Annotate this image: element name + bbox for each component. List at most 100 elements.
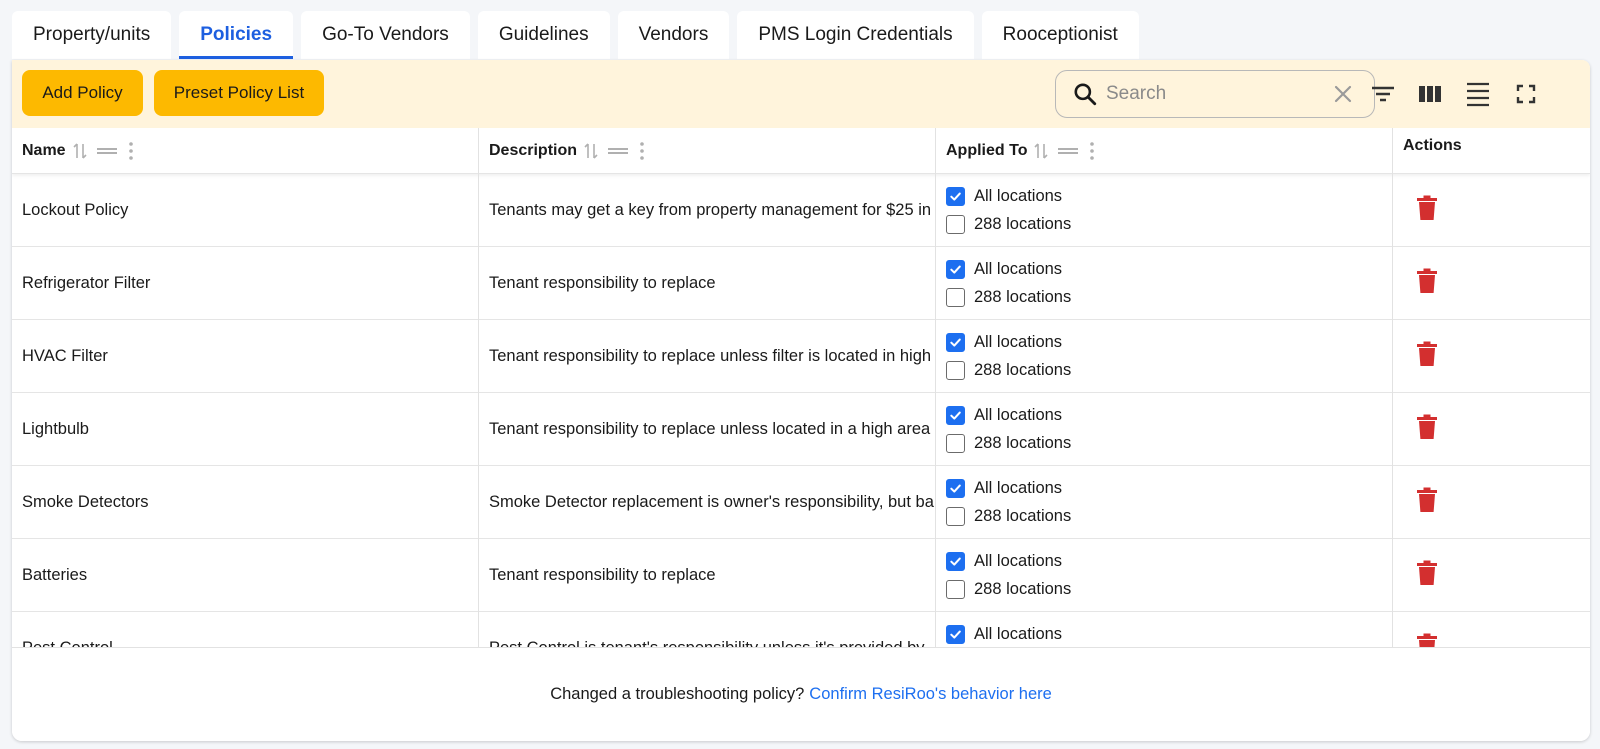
tab-go-to-vendors[interactable]: Go-To Vendors [301, 11, 470, 59]
column-header-description[interactable]: Description [479, 128, 936, 174]
sort-icon[interactable] [583, 141, 599, 161]
delete-policy-button[interactable] [1415, 633, 1439, 647]
table-footer: Changed a troubleshooting policy? Confir… [12, 647, 1590, 741]
sort-icon[interactable] [72, 141, 88, 161]
delete-policy-button[interactable] [1415, 268, 1439, 299]
location-count-label: 288 locations [974, 361, 1072, 379]
search-box [1055, 70, 1375, 118]
policy-name-cell: Batteries [12, 539, 479, 612]
trash-icon [1417, 560, 1437, 585]
all-locations-option[interactable]: All locations [946, 479, 1062, 498]
location-count-checkbox[interactable] [946, 288, 965, 307]
table-row: Refrigerator Filter Tenant responsibility… [12, 247, 1590, 320]
location-count-label: 288 locations [974, 507, 1072, 525]
all-locations-label: All locations [974, 625, 1063, 643]
filter-icon[interactable] [1369, 80, 1397, 108]
delete-policy-button[interactable] [1415, 341, 1439, 372]
all-locations-option[interactable]: All locations [946, 260, 1062, 279]
location-count-option[interactable]: 288 locations [946, 288, 1071, 307]
drag-handle-icon[interactable] [1057, 141, 1079, 161]
all-locations-checkbox[interactable] [946, 625, 965, 644]
policy-name-cell: HVAC Filter [12, 320, 479, 393]
applied-to-cell: All locations 288 locations [936, 174, 1393, 247]
location-count-option[interactable]: 288 locations [946, 507, 1071, 526]
tab-property-units[interactable]: Property/units [12, 11, 172, 59]
all-locations-checkbox[interactable] [946, 552, 965, 571]
columns-icon[interactable] [1416, 80, 1444, 108]
fullscreen-icon[interactable] [1512, 80, 1540, 108]
location-count-checkbox[interactable] [946, 361, 965, 380]
all-locations-label: All locations [974, 333, 1063, 351]
column-header-label: Name [22, 142, 66, 159]
policies-card: Add Policy Preset Policy List Search Nam… [12, 60, 1590, 741]
all-locations-checkbox[interactable] [946, 260, 965, 279]
preset-policy-list-button[interactable]: Preset Policy List [154, 70, 324, 116]
trash-icon [1417, 341, 1437, 366]
column-menu-icon[interactable] [637, 141, 647, 161]
tab-pms-login-credentials[interactable]: PMS Login Credentials [737, 11, 974, 59]
policy-name-cell: Pest Control [12, 612, 479, 647]
policy-description-cell: Tenant responsibility to replace unless … [479, 393, 936, 466]
policy-description-cell: Pest Control is tenant's responsibility … [479, 612, 936, 647]
applied-to-cell: All locations 288 locations [936, 320, 1393, 393]
column-header-applied-to[interactable]: Applied To [936, 128, 1393, 174]
tab-vendors[interactable]: Vendors [617, 11, 730, 59]
footer-text: Changed a troubleshooting policy? [550, 685, 805, 703]
location-count-option[interactable]: 288 locations [946, 580, 1071, 599]
density-icon[interactable] [1464, 80, 1492, 108]
actions-cell [1393, 466, 1590, 539]
trash-icon [1417, 414, 1437, 439]
clear-search-icon[interactable] [1331, 82, 1355, 106]
location-count-checkbox[interactable] [946, 507, 965, 526]
tab-bar: Property/units Policies Go-To Vendors Gu… [12, 11, 1139, 59]
trash-icon [1417, 487, 1437, 512]
add-policy-button[interactable]: Add Policy [22, 70, 143, 116]
table-body: Lockout Policy Tenants may get a key from… [12, 174, 1590, 647]
all-locations-checkbox[interactable] [946, 479, 965, 498]
delete-policy-button[interactable] [1415, 487, 1439, 518]
table-toolbar: Add Policy Preset Policy List [12, 60, 1590, 128]
all-locations-option[interactable]: All locations [946, 406, 1062, 425]
location-count-label: 288 locations [974, 434, 1072, 452]
all-locations-option[interactable]: All locations [946, 187, 1062, 206]
location-count-checkbox[interactable] [946, 215, 965, 234]
location-count-option[interactable]: 288 locations [946, 434, 1071, 453]
sort-icon[interactable] [1033, 141, 1049, 161]
trash-icon [1417, 633, 1437, 647]
applied-to-cell: All locations 288 locations [936, 247, 1393, 320]
location-count-option[interactable]: 288 locations [946, 361, 1071, 380]
all-locations-option[interactable]: All locations [946, 625, 1062, 644]
table-row: Lockout Policy Tenants may get a key from… [12, 174, 1590, 247]
all-locations-checkbox[interactable] [946, 406, 965, 425]
location-count-option[interactable]: 288 locations [946, 215, 1071, 234]
applied-to-cell: All locations 288 locations [936, 539, 1393, 612]
delete-policy-button[interactable] [1415, 560, 1439, 591]
all-locations-option[interactable]: All locations [946, 552, 1062, 571]
table-row: HVAC Filter Tenant responsibility to repl… [12, 320, 1590, 393]
all-locations-option[interactable]: All locations [946, 333, 1062, 352]
tab-policies[interactable]: Policies [179, 11, 294, 59]
confirm-behavior-link[interactable]: Confirm ResiRoo's behavior here [809, 685, 1052, 704]
policy-description-cell: Tenant responsibility to replace [479, 539, 936, 612]
location-count-checkbox[interactable] [946, 434, 965, 453]
delete-policy-button[interactable] [1415, 195, 1439, 226]
policy-description-cell: Tenant responsibility to replace unless … [479, 320, 936, 393]
tab-rooceptionist[interactable]: Rooceptionist [981, 11, 1139, 59]
drag-handle-icon[interactable] [96, 141, 118, 161]
column-menu-icon[interactable] [126, 141, 136, 161]
location-count-checkbox[interactable] [946, 580, 965, 599]
drag-handle-icon[interactable] [607, 141, 629, 161]
policy-name-cell: Lockout Policy [12, 174, 479, 247]
all-locations-checkbox[interactable] [946, 187, 965, 206]
tab-guidelines[interactable]: Guidelines [477, 11, 610, 59]
policy-description-cell: Tenant responsibility to replace [479, 247, 936, 320]
column-menu-icon[interactable] [1087, 141, 1097, 161]
trash-icon [1417, 195, 1437, 220]
location-count-label: 288 locations [974, 215, 1072, 233]
column-header-name[interactable]: Name [12, 128, 479, 174]
actions-cell [1393, 320, 1590, 393]
delete-policy-button[interactable] [1415, 414, 1439, 445]
table-row: Smoke Detectors Smoke Detector replacemen… [12, 466, 1590, 539]
search-input[interactable] [1106, 83, 1321, 105]
all-locations-checkbox[interactable] [946, 333, 965, 352]
